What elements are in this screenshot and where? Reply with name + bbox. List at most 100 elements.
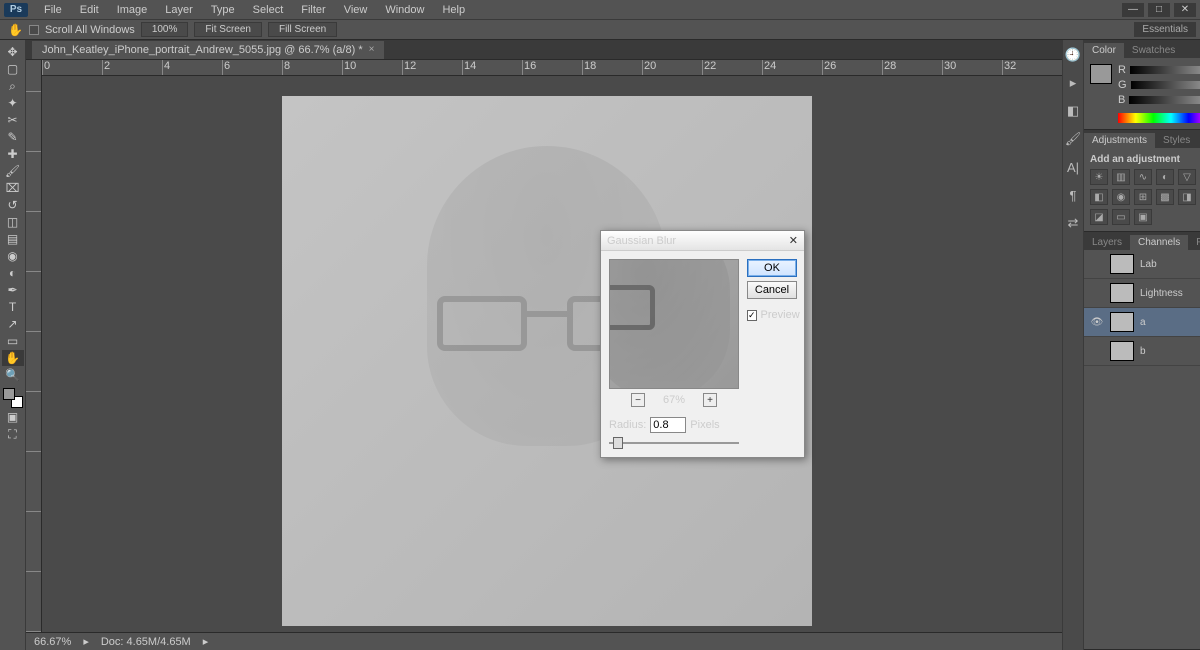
menu-layer[interactable]: Layer: [157, 2, 201, 18]
channel-mixer-icon[interactable]: ⊞: [1134, 189, 1152, 205]
menu-help[interactable]: Help: [434, 2, 473, 18]
b-slider[interactable]: [1129, 96, 1200, 104]
dialog-preview[interactable]: [609, 259, 739, 389]
fit-screen-button[interactable]: Fit Screen: [194, 22, 262, 37]
path-tool[interactable]: ↗: [2, 316, 24, 332]
curves-icon[interactable]: ∿: [1134, 169, 1152, 185]
brightness-icon[interactable]: ☀: [1090, 169, 1108, 185]
tab-layers[interactable]: Layers: [1084, 235, 1130, 250]
type-tool[interactable]: T: [2, 299, 24, 315]
tab-swatches[interactable]: Swatches: [1124, 43, 1183, 58]
actions-panel-icon[interactable]: ▸: [1063, 74, 1083, 92]
r-slider[interactable]: [1130, 66, 1200, 74]
eyedropper-tool[interactable]: ✎: [2, 129, 24, 145]
visibility-icon[interactable]: [1090, 286, 1104, 300]
menu-image[interactable]: Image: [109, 2, 156, 18]
blur-tool[interactable]: ◉: [2, 248, 24, 264]
quickmask-toggle[interactable]: ▣: [2, 409, 24, 425]
minimize-button[interactable]: —: [1122, 3, 1144, 17]
dialog-close-icon[interactable]: ✕: [789, 234, 798, 247]
document-tab[interactable]: John_Keatley_iPhone_portrait_Andrew_5055…: [32, 41, 384, 59]
eraser-tool[interactable]: ◫: [2, 214, 24, 230]
pen-tool[interactable]: ✒: [2, 282, 24, 298]
channel-row-lab[interactable]: LabCtrl+2: [1084, 250, 1200, 279]
channel-row-lightness[interactable]: LightnessCtrl+3: [1084, 279, 1200, 308]
gradient-map-icon[interactable]: ▭: [1112, 209, 1130, 225]
levels-icon[interactable]: ▥: [1112, 169, 1130, 185]
tab-adjustments[interactable]: Adjustments: [1084, 133, 1155, 148]
close-button[interactable]: ✕: [1174, 3, 1196, 17]
channel-row-a[interactable]: 👁aCtrl+4: [1084, 308, 1200, 337]
menu-edit[interactable]: Edit: [72, 2, 107, 18]
shape-tool[interactable]: ▭: [2, 333, 24, 349]
stamp-tool[interactable]: ⌧: [2, 180, 24, 196]
hand-tool[interactable]: ✋: [2, 350, 24, 366]
preview-checkbox[interactable]: ✓: [747, 310, 757, 321]
tab-paths[interactable]: Paths: [1188, 235, 1200, 250]
canvas-area[interactable]: [42, 76, 1062, 632]
menu-file[interactable]: File: [36, 2, 70, 18]
brush-panel-icon[interactable]: 🖌: [1063, 130, 1083, 148]
visibility-icon[interactable]: [1090, 344, 1104, 358]
swap-panel-icon[interactable]: ⇄: [1063, 214, 1083, 232]
g-slider[interactable]: [1131, 81, 1200, 89]
tab-styles[interactable]: Styles: [1155, 133, 1198, 148]
selective-color-icon[interactable]: ▣: [1134, 209, 1152, 225]
tab-color[interactable]: Color: [1084, 43, 1124, 58]
visibility-icon[interactable]: [1090, 257, 1104, 271]
chevron-right-icon[interactable]: ▸: [203, 635, 209, 648]
menu-filter[interactable]: Filter: [293, 2, 333, 18]
zoom-100-button[interactable]: 100%: [141, 22, 189, 37]
radius-slider[interactable]: [609, 437, 739, 449]
bw-icon[interactable]: ◧: [1090, 189, 1108, 205]
zoom-tool[interactable]: 🔍: [2, 367, 24, 383]
crop-tool[interactable]: ✂: [2, 112, 24, 128]
properties-panel-icon[interactable]: ◧: [1063, 102, 1083, 120]
character-panel-icon[interactable]: A|: [1063, 158, 1083, 176]
history-brush-tool[interactable]: ↺: [2, 197, 24, 213]
ruler-vertical[interactable]: [26, 60, 42, 632]
screenmode-toggle[interactable]: ⛶: [2, 426, 24, 442]
status-zoom[interactable]: 66.67%: [34, 636, 71, 648]
exposure-icon[interactable]: ◐: [1156, 169, 1174, 185]
hue-ramp[interactable]: [1118, 113, 1200, 123]
close-tab-icon[interactable]: ×: [369, 44, 375, 55]
cancel-button[interactable]: Cancel: [747, 281, 797, 299]
gradient-tool[interactable]: ▤: [2, 231, 24, 247]
menu-window[interactable]: Window: [377, 2, 432, 18]
vibrance-icon[interactable]: ▽: [1178, 169, 1196, 185]
history-panel-icon[interactable]: 🕘: [1063, 46, 1083, 64]
move-tool[interactable]: ✥: [2, 44, 24, 60]
workspace-switcher[interactable]: Essentials: [1134, 22, 1196, 37]
lut-icon[interactable]: ▩: [1156, 189, 1174, 205]
color-picker[interactable]: [3, 388, 23, 408]
heal-tool[interactable]: ✚: [2, 146, 24, 162]
visibility-icon[interactable]: 👁: [1090, 315, 1104, 329]
ok-button[interactable]: OK: [747, 259, 797, 277]
invert-icon[interactable]: ◨: [1178, 189, 1196, 205]
radius-input[interactable]: [650, 417, 686, 433]
zoom-out-button[interactable]: −: [631, 393, 645, 407]
wand-tool[interactable]: ✦: [2, 95, 24, 111]
dodge-tool[interactable]: ◐: [2, 265, 24, 281]
zoom-in-button[interactable]: +: [703, 393, 717, 407]
photo-filter-icon[interactable]: ◉: [1112, 189, 1130, 205]
menu-type[interactable]: Type: [203, 2, 243, 18]
paragraph-panel-icon[interactable]: ¶: [1063, 186, 1083, 204]
tab-channels[interactable]: Channels: [1130, 235, 1188, 250]
chevron-right-icon[interactable]: ▸: [83, 635, 89, 648]
ruler-horizontal[interactable]: 02468101214161820222426283032: [42, 60, 1062, 76]
menu-view[interactable]: View: [336, 2, 376, 18]
color-panel: Color Swatches R143 G143 B176: [1084, 40, 1200, 130]
fill-screen-button[interactable]: Fill Screen: [268, 22, 337, 37]
brush-tool[interactable]: 🖌: [2, 163, 24, 179]
maximize-button[interactable]: □: [1148, 3, 1170, 17]
channel-row-b[interactable]: bCtrl+5: [1084, 337, 1200, 366]
marquee-tool[interactable]: ▢: [2, 61, 24, 77]
threshold-icon[interactable]: ◪: [1090, 209, 1108, 225]
color-fg-bg[interactable]: [1090, 64, 1112, 123]
scroll-all-checkbox[interactable]: [29, 25, 39, 35]
dialog-titlebar[interactable]: Gaussian Blur ✕: [601, 231, 804, 251]
lasso-tool[interactable]: ⌕: [2, 78, 24, 94]
menu-select[interactable]: Select: [245, 2, 292, 18]
